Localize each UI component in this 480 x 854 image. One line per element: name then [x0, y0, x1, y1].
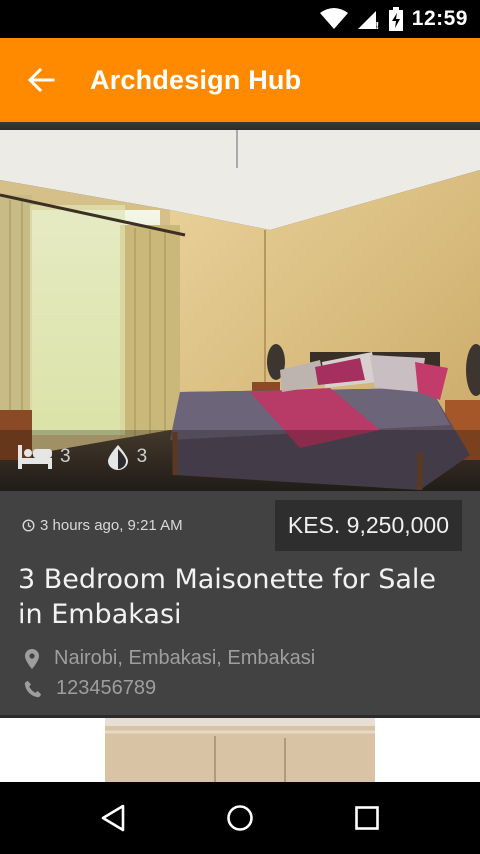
- app-bar-shadow: [0, 122, 480, 130]
- nav-home-button[interactable]: [210, 788, 270, 848]
- svg-text:!: !: [375, 21, 380, 30]
- svg-text:!: !: [339, 22, 343, 30]
- price-badge: KES. 9,250,000: [274, 500, 462, 551]
- back-triangle-icon: [102, 804, 125, 832]
- recents-square-icon: [354, 806, 379, 830]
- bedrooms-count: 3: [60, 446, 71, 467]
- posted-text: 3 hours ago, 9:21 AM: [40, 517, 183, 534]
- arrow-left-icon: [27, 68, 55, 92]
- phone-icon: [24, 680, 42, 697]
- bed-icon: [18, 445, 52, 469]
- clock-icon: [22, 519, 35, 532]
- location-pin-icon: [25, 648, 39, 669]
- status-time: 12:59: [411, 7, 468, 30]
- listing-title: 3 Bedroom Maisonette for Sale in Embakas…: [18, 564, 436, 630]
- bedrooms-stat: 3: [18, 445, 71, 469]
- nav-recents-button[interactable]: [337, 788, 397, 848]
- location-row: Nairobi, Embakasi, Embakasi: [24, 647, 315, 670]
- app-bar: Archdesign Hub: [0, 38, 480, 122]
- location-text: Nairobi, Embakasi, Embakasi: [54, 647, 316, 669]
- app-title: Archdesign Hub: [90, 64, 302, 95]
- phone-row[interactable]: 123456789: [24, 677, 156, 700]
- home-circle-icon: [227, 805, 253, 831]
- posted-time: 3 hours ago, 9:21 AM: [22, 517, 183, 534]
- signal-icon: !: [357, 11, 380, 30]
- water-drop-icon: [107, 445, 128, 470]
- property-stats: 3 3: [18, 444, 183, 470]
- wifi-icon: !: [319, 8, 348, 30]
- status-icons: ! ! 12:59: [319, 0, 468, 38]
- listing-photo[interactable]: 3 3: [0, 130, 480, 491]
- next-listing-card[interactable]: [0, 718, 480, 782]
- listing-meta: 3 hours ago, 9:21 AM KES. 9,250,000: [0, 491, 480, 561]
- next-listing-photo: [0, 718, 480, 782]
- nav-back-button[interactable]: [83, 788, 143, 848]
- phone-text: 123456789: [56, 677, 157, 699]
- listing-card[interactable]: 3 3 3 hours ago, 9:21 AM KES. 9,250,000 …: [0, 130, 480, 715]
- system-nav-bar: [0, 782, 480, 854]
- battery-icon: [388, 7, 403, 31]
- bathrooms-count: 3: [136, 446, 148, 467]
- bathrooms-stat: 3: [107, 444, 148, 470]
- status-bar: ! ! 12:59: [0, 0, 480, 38]
- back-button[interactable]: [16, 55, 66, 105]
